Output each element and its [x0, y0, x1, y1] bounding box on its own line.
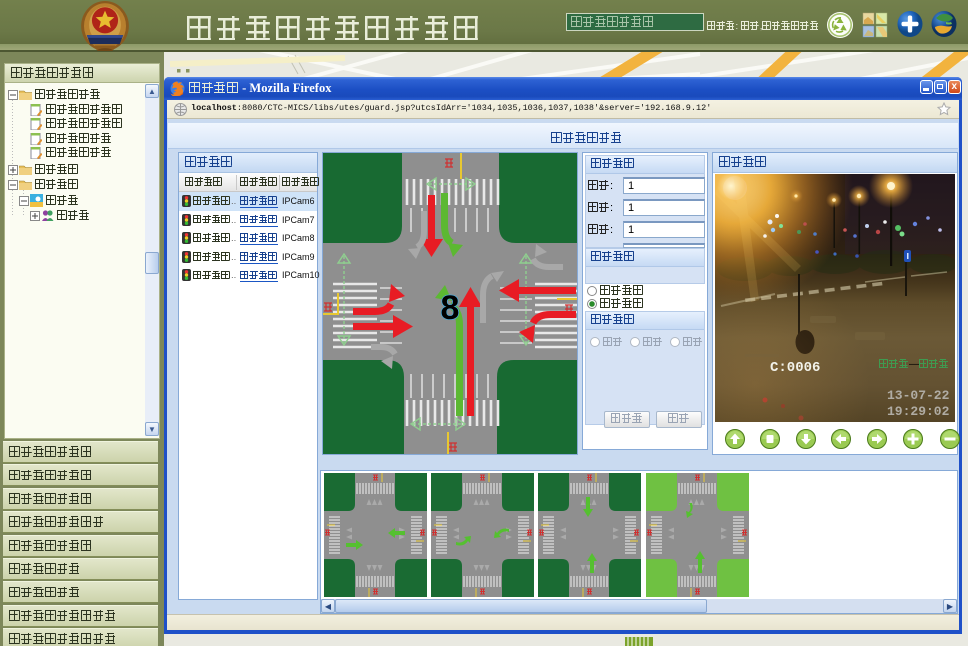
svg-text:13-07-22: 13-07-22 [887, 388, 950, 403]
svg-text:19:29:02: 19:29:02 [887, 404, 950, 419]
svg-text:C:0006: C:0006 [770, 360, 820, 376]
svg-text:8: 8 [441, 289, 460, 327]
